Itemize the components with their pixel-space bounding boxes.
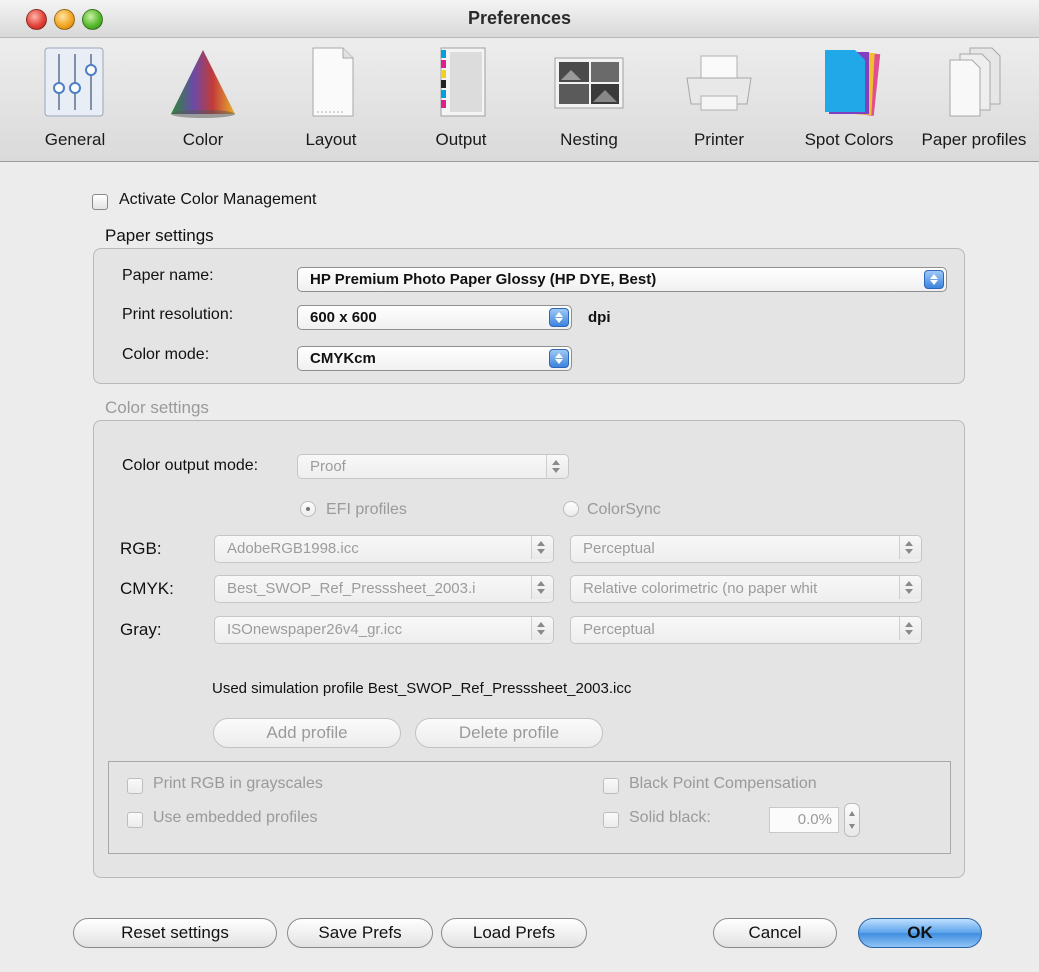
gray-intent-popup[interactable]: Perceptual	[570, 616, 922, 644]
popup-arrows-icon	[531, 617, 553, 640]
toolbar-label-color: Color	[182, 130, 224, 149]
cancel-button[interactable]: Cancel	[713, 918, 837, 948]
cmyk-intent-value: Relative colorimetric (no paper whit	[583, 580, 818, 597]
activate-color-management-checkbox[interactable]	[92, 194, 108, 210]
toolbar-label-layout: Layout	[305, 130, 357, 149]
stepper-up-icon	[849, 811, 855, 816]
color-mode-value: CMYKcm	[310, 350, 376, 367]
black-point-compensation-label: Black Point Compensation	[629, 775, 817, 792]
print-resolution-label: Print resolution:	[122, 306, 234, 323]
toolbar-item-layout[interactable]: Layout	[266, 38, 396, 162]
color-settings-group: Color output mode: Proof EFI profiles Co…	[93, 420, 965, 878]
color-cone-icon	[171, 50, 235, 118]
paper-settings-group: Paper name: HP Premium Photo Paper Gloss…	[93, 248, 965, 384]
paper-name-popup[interactable]: HP Premium Photo Paper Glossy (HP DYE, B…	[297, 267, 947, 292]
colorsync-radio[interactable]	[563, 501, 579, 517]
output-sheet-icon	[440, 47, 486, 117]
toolbar-label-output: Output	[435, 130, 487, 149]
gray-label: Gray:	[120, 620, 162, 639]
ok-button[interactable]: OK	[858, 918, 982, 948]
popup-arrows-icon	[531, 576, 553, 599]
cmyk-intent-popup[interactable]: Relative colorimetric (no paper whit	[570, 575, 922, 603]
sliders-icon	[44, 47, 104, 117]
popup-arrows-icon	[549, 308, 569, 327]
spot-colors-icon	[825, 50, 881, 116]
toolbar-item-output[interactable]: Output	[396, 38, 526, 162]
rgb-profile-popup[interactable]: AdobeRGB1998.icc	[214, 535, 554, 563]
rgb-intent-value: Perceptual	[583, 540, 655, 557]
toolbar-item-printer[interactable]: Printer	[654, 38, 784, 162]
rgb-profile-value: AdobeRGB1998.icc	[227, 540, 359, 557]
efi-profiles-radio[interactable]	[300, 501, 316, 517]
color-output-mode-label: Color output mode:	[122, 457, 259, 474]
paper-profiles-icon	[949, 47, 1001, 117]
preferences-toolbar: General Color Layout Output Nesting Prin…	[0, 38, 1039, 162]
popup-arrows-icon	[546, 455, 568, 478]
page-layout-icon	[312, 47, 354, 117]
save-prefs-button[interactable]: Save Prefs	[287, 918, 433, 948]
efi-profiles-label: EFI profiles	[326, 501, 407, 518]
toolbar-label-printer: Printer	[693, 130, 745, 149]
toolbar-item-spot-colors[interactable]: Spot Colors	[784, 38, 914, 162]
gray-profile-popup[interactable]: ISOnewspaper26v4_gr.icc	[214, 616, 554, 644]
solid-black-field[interactable]: 0.0%	[769, 807, 839, 833]
title-bar[interactable]: Preferences	[0, 0, 1039, 38]
print-resolution-value: 600 x 600	[310, 309, 377, 326]
cmyk-label: CMYK:	[120, 579, 174, 598]
color-output-mode-value: Proof	[310, 458, 346, 475]
resolution-unit: dpi	[588, 309, 611, 326]
popup-arrows-icon	[899, 536, 921, 559]
toolbar-label-spot-colors: Spot Colors	[804, 130, 894, 149]
color-settings-title: Color settings	[105, 398, 209, 417]
toolbar-label-paper-profiles: Paper profiles	[921, 130, 1027, 149]
popup-arrows-icon	[531, 536, 553, 559]
cmyk-profile-value: Best_SWOP_Ref_Presssheet_2003.i	[227, 580, 476, 597]
cmyk-profile-popup[interactable]: Best_SWOP_Ref_Presssheet_2003.i	[214, 575, 554, 603]
delete-profile-button[interactable]: Delete profile	[415, 718, 603, 748]
solid-black-stepper[interactable]	[844, 803, 860, 837]
printer-icon	[686, 55, 752, 111]
solid-black-label: Solid black:	[629, 809, 711, 826]
window-title: Preferences	[467, 8, 572, 28]
print-rgb-grayscales-label: Print RGB in grayscales	[153, 775, 323, 792]
nesting-images-icon	[554, 57, 624, 109]
popup-arrows-icon	[549, 349, 569, 368]
gray-profile-value: ISOnewspaper26v4_gr.icc	[227, 621, 403, 638]
gray-intent-value: Perceptual	[583, 621, 655, 638]
black-point-compensation-checkbox[interactable]	[603, 778, 619, 794]
paper-settings-title: Paper settings	[105, 226, 214, 245]
activate-color-management-label: Activate Color Management	[119, 191, 317, 208]
toolbar-label-nesting: Nesting	[560, 130, 618, 149]
color-options-box: Print RGB in grayscales Use embedded pro…	[108, 761, 951, 854]
rgb-intent-popup[interactable]: Perceptual	[570, 535, 922, 563]
color-output-mode-popup[interactable]: Proof	[297, 454, 569, 479]
print-resolution-popup[interactable]: 600 x 600	[297, 305, 572, 330]
use-embedded-profiles-checkbox[interactable]	[127, 812, 143, 828]
toolbar-item-color[interactable]: Color	[138, 38, 268, 162]
use-embedded-profiles-label: Use embedded profiles	[153, 809, 318, 826]
popup-arrows-icon	[924, 270, 944, 289]
print-rgb-grayscales-checkbox[interactable]	[127, 778, 143, 794]
solid-black-checkbox[interactable]	[603, 812, 619, 828]
stepper-down-icon	[849, 824, 855, 829]
popup-arrows-icon	[899, 576, 921, 599]
rgb-label: RGB:	[120, 539, 162, 558]
toolbar-item-general[interactable]: General	[10, 38, 140, 162]
reset-settings-button[interactable]: Reset settings	[73, 918, 277, 948]
preferences-window: Preferences General Color Layout Output …	[0, 0, 1039, 972]
toolbar-item-nesting[interactable]: Nesting	[524, 38, 654, 162]
toolbar-label-general: General	[44, 130, 106, 149]
popup-arrows-icon	[899, 617, 921, 640]
paper-name-label: Paper name:	[122, 267, 214, 284]
load-prefs-button[interactable]: Load Prefs	[441, 918, 587, 948]
add-profile-button[interactable]: Add profile	[213, 718, 401, 748]
simulation-profile-text: Used simulation profile Best_SWOP_Ref_Pr…	[212, 680, 632, 697]
color-mode-label: Color mode:	[122, 346, 210, 363]
color-mode-popup[interactable]: CMYKcm	[297, 346, 572, 371]
paper-name-value: HP Premium Photo Paper Glossy (HP DYE, B…	[310, 271, 657, 288]
toolbar-item-paper-profiles[interactable]: Paper profiles	[909, 38, 1039, 162]
colorsync-label: ColorSync	[587, 501, 661, 518]
